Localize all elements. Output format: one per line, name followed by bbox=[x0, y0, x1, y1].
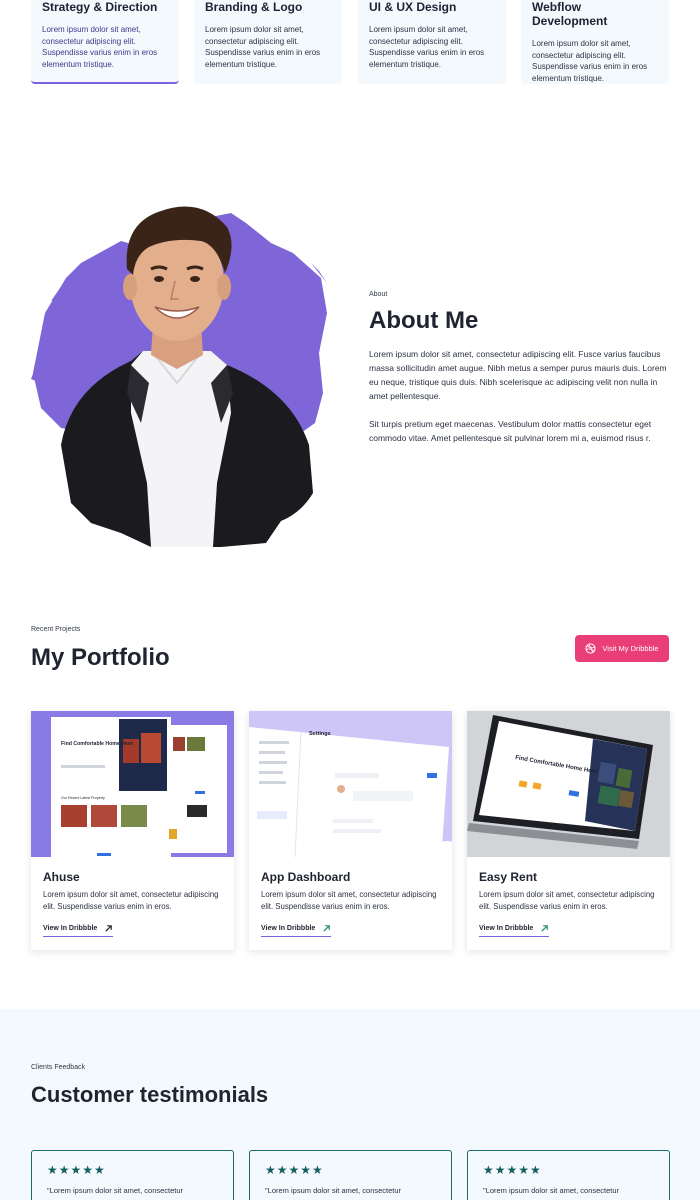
service-title: Branding & Logo bbox=[205, 0, 303, 14]
view-in-dribbble-label: View In Dribbble bbox=[479, 925, 534, 932]
service-card-strategy[interactable]: Strategy & Direction Lorem ipsum dolor s… bbox=[31, 0, 179, 84]
project-thumbnail: Settings bbox=[249, 711, 452, 857]
service-text: Lorem ipsum dolor sit amet, consectetur … bbox=[532, 39, 648, 83]
view-in-dribbble-link[interactable]: View In Dribbble bbox=[43, 924, 114, 937]
portfolio-title: My Portfolio bbox=[31, 644, 170, 671]
service-card-uiux[interactable]: UI & UX Design Lorem ipsum dolor sit ame… bbox=[358, 0, 506, 84]
view-in-dribbble-label: View In Dribbble bbox=[261, 925, 316, 932]
project-card-app-dashboard[interactable]: Settings App Dashboard Lorem ipsum dolor… bbox=[249, 711, 452, 950]
about-paragraph: Lorem ipsum dolor sit amet, consectetur … bbox=[369, 349, 667, 401]
view-in-dribbble-label: View In Dribbble bbox=[43, 925, 98, 932]
service-title: UI & UX Design bbox=[369, 0, 457, 14]
services-strip: Strategy & Direction Lorem ipsum dolor s… bbox=[31, 0, 669, 84]
project-title: App Dashboard bbox=[261, 870, 351, 884]
about-paragraph: Sit turpis pretium eget maecenas. Vestib… bbox=[369, 419, 652, 443]
view-in-dribbble-link[interactable]: View In Dribbble bbox=[479, 924, 550, 937]
about-title: About Me bbox=[369, 307, 479, 334]
testimonial-card: ★★★★★ "Lorem ipsum dolor sit amet, conse… bbox=[31, 1150, 234, 1200]
project-card-ahuse[interactable]: Find Comfortable Home Here Our Recent La… bbox=[31, 711, 234, 950]
view-in-dribbble-link[interactable]: View In Dribbble bbox=[261, 924, 332, 937]
arrow-up-right-icon bbox=[323, 925, 331, 932]
about-portrait bbox=[31, 183, 328, 555]
star-rating: ★★★★★ bbox=[47, 1163, 106, 1177]
testimonial-quote: "Lorem ipsum dolor sit amet, consectetur bbox=[483, 1186, 620, 1195]
project-card-easy-rent[interactable]: Find Comfortable Home Here Easy Rent Lor… bbox=[467, 711, 670, 950]
project-thumbnail: Find Comfortable Home Here bbox=[467, 711, 670, 857]
service-title: Strategy & Direction bbox=[42, 0, 158, 14]
project-title: Ahuse bbox=[43, 870, 80, 884]
project-description: Lorem ipsum dolor sit amet, consectetur … bbox=[43, 890, 219, 911]
thumb-subhead: Our Recent Latest Property bbox=[61, 796, 105, 800]
testimonial-card: ★★★★★ "Lorem ipsum dolor sit amet, conse… bbox=[249, 1150, 452, 1200]
star-rating: ★★★★★ bbox=[483, 1163, 542, 1177]
service-title: Webflow Development bbox=[532, 0, 608, 28]
service-text: Lorem ipsum dolor sit amet, consectetur … bbox=[42, 25, 158, 69]
project-title: Easy Rent bbox=[479, 870, 538, 884]
service-text: Lorem ipsum dolor sit amet, consectetur … bbox=[369, 25, 485, 69]
thumb-headline: Find Comfortable Home Here bbox=[61, 741, 133, 747]
testimonial-quote: "Lorem ipsum dolor sit amet, consectetur bbox=[265, 1186, 402, 1195]
service-text: Lorem ipsum dolor sit amet, consectetur … bbox=[205, 25, 321, 69]
testimonial-quote: "Lorem ipsum dolor sit amet, consectetur bbox=[47, 1186, 184, 1195]
visit-dribbble-button[interactable]: Visit My Dribbble bbox=[575, 635, 669, 662]
testimonial-card: ★★★★★ "Lorem ipsum dolor sit amet, conse… bbox=[467, 1150, 670, 1200]
service-card-webflow[interactable]: Webflow Development Lorem ipsum dolor si… bbox=[521, 0, 669, 84]
project-description: Lorem ipsum dolor sit amet, consectetur … bbox=[261, 890, 437, 911]
arrow-up-right-icon bbox=[105, 925, 113, 932]
testimonials-label: Clients Feedback bbox=[31, 1064, 86, 1071]
service-card-branding[interactable]: Branding & Logo Lorem ipsum dolor sit am… bbox=[194, 0, 342, 84]
arrow-up-right-icon bbox=[541, 925, 549, 932]
project-description: Lorem ipsum dolor sit amet, consectetur … bbox=[479, 890, 655, 911]
portfolio-label: Recent Projects bbox=[31, 626, 81, 633]
dribbble-icon bbox=[585, 643, 597, 654]
visit-dribbble-label: Visit My Dribbble bbox=[602, 644, 659, 653]
project-thumbnail: Find Comfortable Home Here Our Recent La… bbox=[31, 711, 234, 857]
thumb-headline: Settings bbox=[309, 731, 331, 737]
about-label: About bbox=[369, 291, 388, 298]
testimonials-title: Customer testimonials bbox=[31, 1082, 269, 1107]
star-rating: ★★★★★ bbox=[265, 1163, 324, 1177]
